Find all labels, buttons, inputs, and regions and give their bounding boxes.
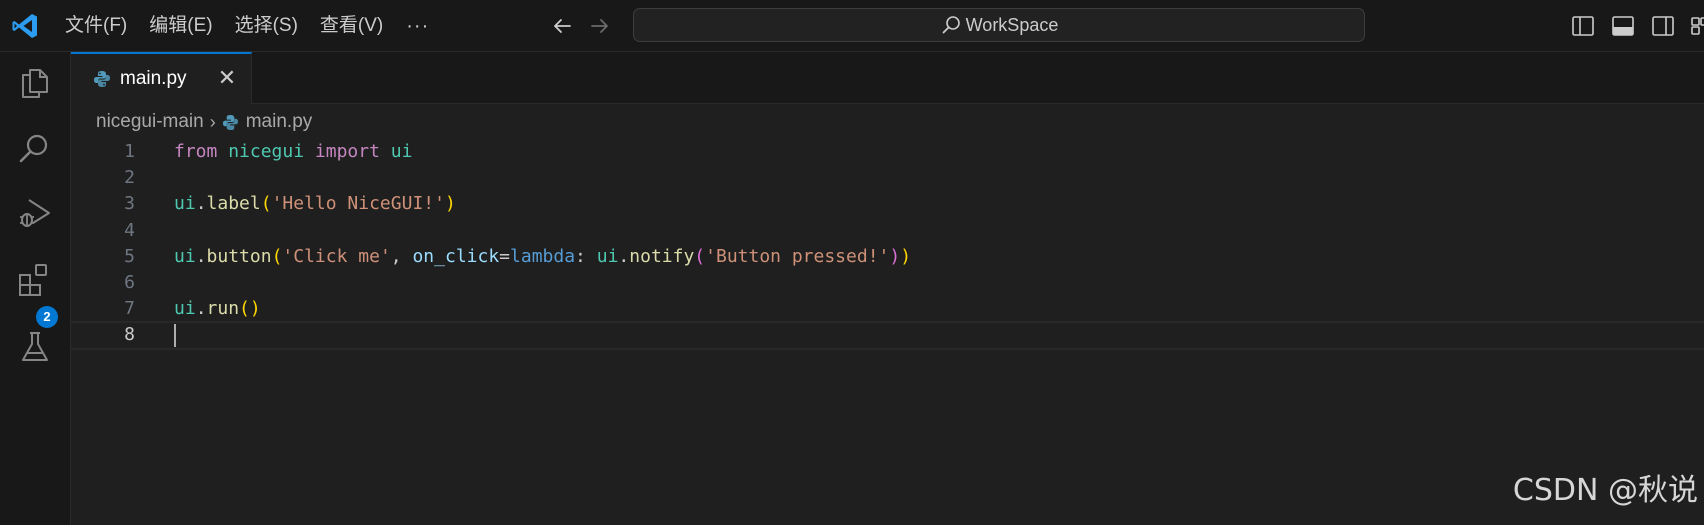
breadcrumb-folder[interactable]: nicegui-main	[96, 111, 204, 133]
code-line[interactable]: 1 from nicegui import ui	[71, 138, 1704, 167]
activity-bar: 2	[0, 52, 71, 525]
code-line[interactable]: 6	[71, 269, 1704, 298]
code-token: )	[889, 245, 901, 267]
code-text: from nicegui import ui	[174, 138, 412, 167]
code-line[interactable]: 3 ui.label('Hello NiceGUI!')	[71, 190, 1704, 219]
command-center-label: WorkSpace	[965, 14, 1059, 35]
python-file-icon	[94, 71, 110, 87]
extensions-icon[interactable]	[16, 262, 54, 300]
code-text: ui.button('Click me', on_click=lambda: u…	[174, 243, 911, 272]
code-line[interactable]: 7 ui.run()	[71, 295, 1704, 324]
menu-more-button[interactable]: ···	[394, 10, 441, 42]
toggle-secondary-sidebar-icon[interactable]	[1650, 13, 1676, 39]
code-line[interactable]: 5 ui.button('Click me', on_click=lambda: …	[71, 243, 1704, 272]
menu-selection[interactable]: 选择(S)	[224, 10, 309, 42]
code-token: label	[206, 193, 261, 215]
code-token: )	[444, 193, 456, 215]
menu-edit[interactable]: 编辑(E)	[138, 10, 223, 42]
code-token: .	[618, 245, 630, 267]
watermark: CSDN @秋说	[1512, 473, 1698, 508]
line-number: 6	[124, 272, 135, 293]
title-bar: 文件(F) 编辑(E) 选择(S) 查看(V) ··· WorkSpace	[0, 0, 1704, 52]
code-token: ()	[239, 298, 261, 320]
code-token: (	[694, 245, 706, 267]
text-cursor	[174, 324, 176, 348]
breadcrumb-file[interactable]: main.py	[246, 111, 313, 133]
code-token: .	[195, 245, 207, 267]
code-token: ,	[390, 245, 413, 267]
line-number: 4	[124, 219, 135, 241]
code-token: 'Hello NiceGUI!'	[271, 193, 445, 215]
vscode-logo-icon	[12, 14, 37, 38]
python-file-icon	[222, 114, 238, 130]
tab-label: main.py	[120, 68, 187, 89]
code-token: ui	[174, 298, 196, 320]
code-text: ui.label('Hello NiceGUI!')	[174, 190, 456, 219]
code-line[interactable]: 2	[71, 164, 1704, 193]
command-center-search[interactable]: WorkSpace	[633, 8, 1365, 42]
code-token: .	[195, 298, 207, 320]
code-token: (	[260, 193, 272, 215]
line-number: 7	[124, 298, 135, 320]
extensions-badge: 2	[36, 306, 58, 328]
code-text: ui.run()	[174, 295, 261, 324]
code-token: notify	[629, 245, 695, 267]
code-token: (	[271, 245, 283, 267]
line-number: 5	[124, 245, 135, 267]
layout-controls	[1570, 13, 1704, 39]
code-token: :	[575, 245, 597, 267]
code-line[interactable]: 8	[71, 321, 1704, 350]
code-token: ui	[390, 141, 413, 162]
code-token: lambda	[510, 245, 576, 267]
menu-file[interactable]: 文件(F)	[54, 10, 138, 42]
toggle-panel-icon[interactable]	[1610, 13, 1636, 39]
code-token: ui	[174, 245, 196, 267]
testing-icon[interactable]	[16, 328, 54, 366]
code-token: button	[206, 245, 272, 267]
search-sidebar-icon[interactable]	[16, 130, 54, 168]
code-token: on_click	[412, 245, 500, 267]
chevron-right-icon: ›	[209, 111, 216, 132]
code-line[interactable]: 4	[71, 217, 1704, 246]
line-number: 8	[124, 324, 135, 346]
code-token: )	[900, 245, 912, 267]
run-debug-icon[interactable]	[16, 194, 54, 232]
code-token: =	[499, 245, 511, 267]
code-token: run	[206, 298, 240, 320]
code-editor[interactable]: 1 from nicegui import ui 2 3 ui.label('Hello…	[71, 138, 1704, 525]
explorer-icon[interactable]	[16, 62, 54, 100]
toggle-primary-sidebar-icon[interactable]	[1570, 13, 1596, 39]
line-number: 3	[124, 193, 135, 215]
code-token: 'Click me'	[282, 245, 391, 267]
menu-bar: 文件(F) 编辑(E) 选择(S) 查看(V) ···	[54, 0, 441, 52]
search-icon	[942, 16, 960, 34]
code-token: ui	[174, 193, 196, 215]
code-token: nicegui	[228, 141, 305, 162]
code-token: .	[195, 193, 207, 215]
menu-view[interactable]: 查看(V)	[309, 10, 394, 42]
back-arrow-icon[interactable]	[548, 12, 576, 40]
forward-arrow-icon[interactable]	[586, 12, 614, 40]
code-token: from	[174, 141, 218, 162]
tab-close-icon[interactable]: ✕	[215, 66, 239, 90]
line-number: 1	[124, 141, 135, 162]
line-number: 2	[124, 167, 135, 189]
editor-tab-bar: main.py ✕	[71, 52, 1704, 104]
code-token: 'Button pressed!'	[705, 245, 890, 267]
customize-layout-icon[interactable]	[1690, 13, 1704, 39]
code-token: import	[314, 141, 380, 162]
tab-main-py[interactable]: main.py ✕	[71, 52, 252, 104]
breadcrumb: nicegui-main › main.py	[96, 108, 312, 136]
code-token: ui	[596, 245, 619, 267]
